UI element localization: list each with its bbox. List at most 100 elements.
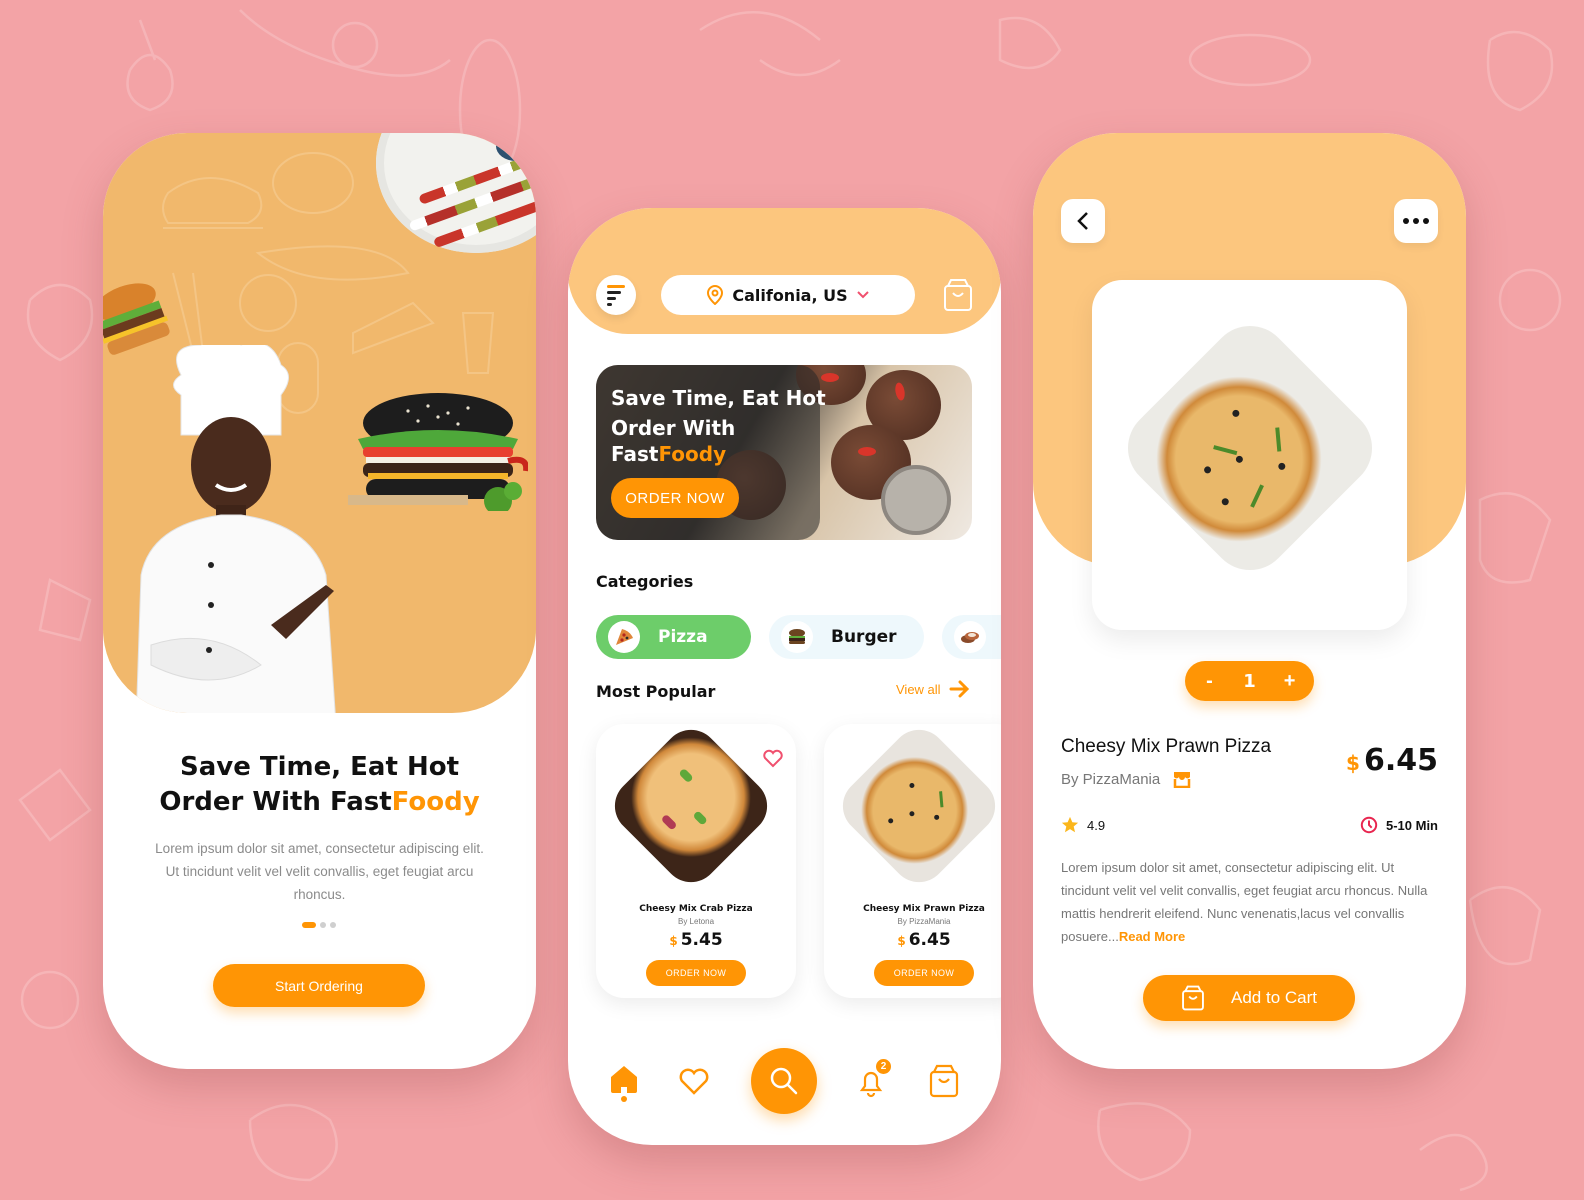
store-icon <box>1173 772 1191 788</box>
onboarding-description: Lorem ipsum dolor sit amet, consectetur … <box>155 841 484 902</box>
star-icon <box>1061 816 1079 833</box>
more-options-button[interactable] <box>1394 199 1438 243</box>
category-label: Burger <box>831 627 897 647</box>
most-popular-title: Most Popular <box>596 682 716 701</box>
order-now-button[interactable]: ORDER NOW <box>874 960 974 986</box>
banner-line3: FastFoody <box>611 441 826 467</box>
product-name: Cheesy Mix Prawn Pizza <box>863 904 985 914</box>
categories-title: Categories <box>596 572 694 591</box>
delivery-time: 5-10 Min <box>1360 816 1438 834</box>
back-button[interactable] <box>1061 199 1105 243</box>
nav-favorites[interactable] <box>678 1066 710 1096</box>
product-price: $6.45 <box>1346 743 1438 778</box>
category-sushi[interactable] <box>942 615 1001 659</box>
decrease-quantity-button[interactable]: - <box>1194 670 1224 693</box>
prawn-pizza-image <box>831 718 1001 894</box>
add-to-cart-button[interactable]: Add to Cart <box>1143 975 1355 1021</box>
clock-icon <box>1360 816 1378 834</box>
onboarding-headline: Save Time, Eat Hot Order With FastFoody <box>103 750 536 820</box>
price-value: 6.45 <box>1363 743 1438 778</box>
product-vendor: By Letona <box>677 917 715 926</box>
heart-icon <box>679 1068 709 1095</box>
product-card[interactable]: Cheesy Mix Crab Pizza By Letona $5.45 OR… <box>596 718 796 998</box>
start-ordering-button[interactable]: Start Ordering <box>213 964 425 1007</box>
crab-pizza-image <box>603 718 779 894</box>
category-pizza[interactable]: Pizza <box>596 615 751 659</box>
menu-icon <box>607 284 625 288</box>
popular-products-list: Cheesy Mix Crab Pizza By Letona $5.45 OR… <box>596 718 1001 998</box>
banner-order-now-button[interactable]: ORDER NOW <box>611 478 739 518</box>
shopping-bag-icon[interactable] <box>943 278 973 312</box>
bottom-navigation: 2 <box>568 1028 1001 1114</box>
view-all-label: View all <box>896 681 941 697</box>
product-description: Lorem ipsum dolor sit amet, consectetur … <box>1061 856 1438 948</box>
home-header <box>568 208 1001 334</box>
location-text: Califonia, US <box>732 285 848 305</box>
heart-icon[interactable] <box>762 748 784 768</box>
headline-line2: Order With FastFoody <box>103 785 536 820</box>
pizza-icon <box>608 621 640 653</box>
arrow-right-icon <box>949 680 969 698</box>
product-vendor: By PizzaMania <box>897 917 951 926</box>
view-all-link[interactable]: View all <box>896 680 971 698</box>
product-image-card <box>1092 280 1407 630</box>
vendor-name: By PizzaMania <box>1061 770 1161 788</box>
product-card[interactable]: Cheesy Mix Prawn Pizza By PizzaMania $6.… <box>824 718 1001 998</box>
delivery-time-value: 5-10 Min <box>1385 817 1438 833</box>
product-price: $6.45 <box>824 930 1001 950</box>
brand-accent-text: Foody <box>391 787 480 817</box>
currency-symbol: $ <box>669 934 678 948</box>
chef-image <box>135 345 336 713</box>
category-label: Pizza <box>658 627 708 647</box>
category-list: Pizza Burger <box>596 615 1001 659</box>
chevron-down-icon <box>856 291 869 299</box>
location-selector[interactable]: Califonia, US <box>661 275 915 315</box>
menu-icon-line <box>607 302 612 306</box>
order-now-button[interactable]: ORDER NOW <box>646 960 746 986</box>
onboarding-screen: Save Time, Eat Hot Order With FastFoody … <box>103 133 536 1069</box>
description-text: Lorem ipsum dolor sit amet, consectetur … <box>1061 860 1428 944</box>
burger-icon <box>781 621 813 653</box>
banner-line2: Order With <box>611 416 736 440</box>
banner-brand-accent: Foody <box>658 442 727 466</box>
add-to-cart-label: Add to Cart <box>1231 988 1317 1007</box>
more-horizontal-icon <box>1403 218 1429 224</box>
notification-badge: 2 <box>875 1058 892 1075</box>
rating: 4.9 <box>1061 816 1105 834</box>
read-more-link[interactable]: Read More <box>1119 929 1185 944</box>
promo-banner[interactable]: Save Time, Eat Hot Order With FastFoody … <box>596 365 972 540</box>
nav-cart[interactable] <box>929 1064 959 1098</box>
banner-line1: Save Time, Eat Hot <box>611 386 826 410</box>
quantity-stepper: - 1 + <box>1185 661 1314 701</box>
home-screen: Califonia, US Save Time, Eat Hot Order W… <box>568 208 1001 1145</box>
product-price: $5.45 <box>596 930 796 950</box>
quantity-value: 1 <box>1243 670 1256 692</box>
nav-notifications[interactable]: 2 <box>856 1058 892 1098</box>
rating-value: 4.9 <box>1087 817 1106 833</box>
search-icon <box>770 1067 798 1095</box>
banner-brand-prefix: Fast <box>611 442 659 466</box>
chevron-left-icon <box>1077 212 1088 230</box>
shopping-bag-icon <box>929 1064 959 1098</box>
product-name: Cheesy Mix Crab Pizza <box>639 904 753 914</box>
price-value: 6.45 <box>908 930 951 950</box>
product-vendor[interactable]: By PizzaMania <box>1061 770 1192 788</box>
black-burger-image <box>348 393 528 511</box>
currency-symbol: $ <box>1346 751 1360 775</box>
product-name: Cheesy Mix Prawn Pizza <box>1061 736 1272 757</box>
home-icon <box>611 1066 637 1102</box>
menu-icon-line <box>607 296 616 300</box>
prawn-pizza-image <box>1111 309 1389 587</box>
sushi-icon <box>954 621 986 653</box>
category-burger[interactable]: Burger <box>769 615 924 659</box>
pagination-dot[interactable] <box>330 922 336 928</box>
search-button[interactable] <box>751 1048 817 1114</box>
menu-button[interactable] <box>596 275 636 315</box>
location-pin-icon <box>707 285 724 305</box>
pagination-dot-active[interactable] <box>302 922 316 928</box>
nav-home[interactable] <box>608 1063 640 1103</box>
increase-quantity-button[interactable]: + <box>1275 670 1305 693</box>
pagination-dot[interactable] <box>320 922 326 928</box>
menu-icon-line <box>607 290 621 294</box>
shopping-bag-icon <box>1182 985 1204 1011</box>
